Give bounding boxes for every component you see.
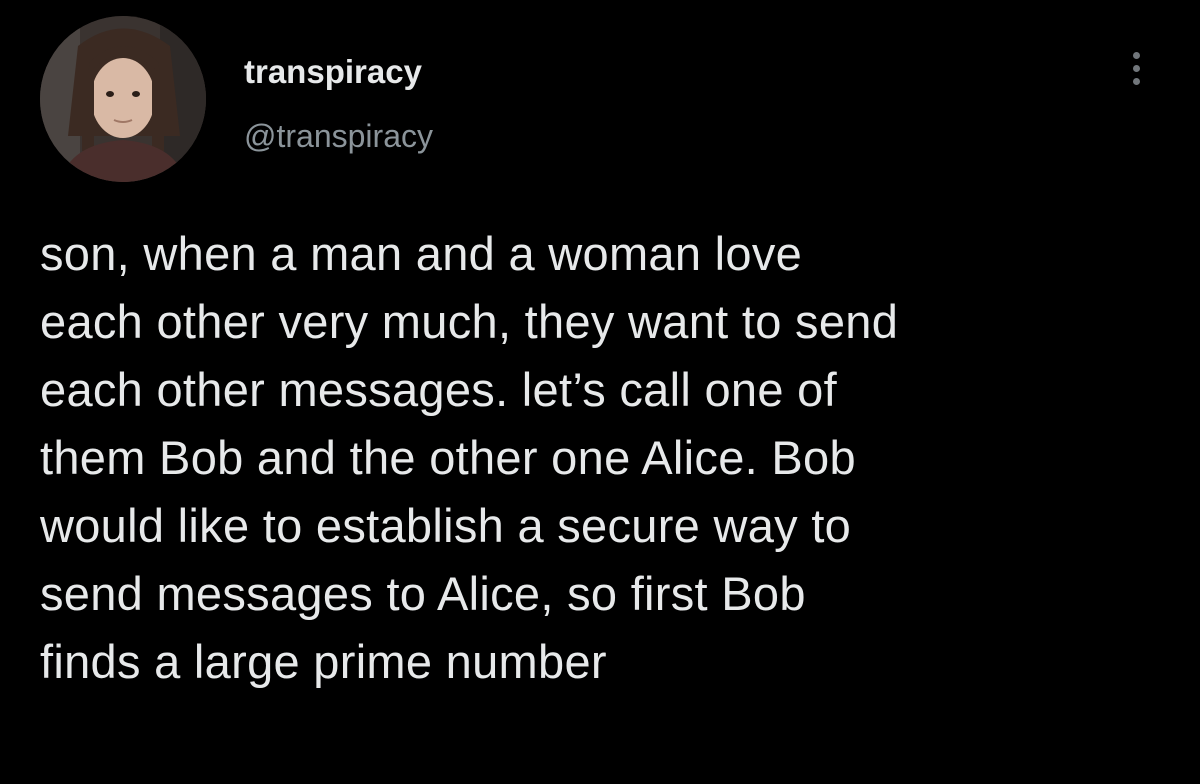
display-name[interactable]: transpiracy [244, 52, 422, 92]
avatar-image [40, 16, 206, 182]
tweet-line: each other very much, they want to send [40, 295, 899, 348]
tweet-line: send messages to Alice, so first Bob [40, 567, 806, 620]
tweet-line: them Bob and the other one Alice. Bob [40, 431, 856, 484]
more-options-button[interactable] [1118, 44, 1154, 94]
tweet-text: son, when a man and a woman love each ot… [40, 220, 1180, 696]
avatar[interactable] [40, 16, 206, 182]
user-handle[interactable]: @transpiracy [244, 116, 433, 156]
tweet-line: would like to establish a secure way to [40, 499, 852, 552]
tweet-line: finds a large prime number [40, 635, 607, 688]
tweet-card: transpiracy @transpiracy son, when a man… [0, 0, 1200, 784]
tweet-line: each other messages. let’s call one of [40, 363, 837, 416]
tweet-line: son, when a man and a woman love [40, 227, 803, 280]
